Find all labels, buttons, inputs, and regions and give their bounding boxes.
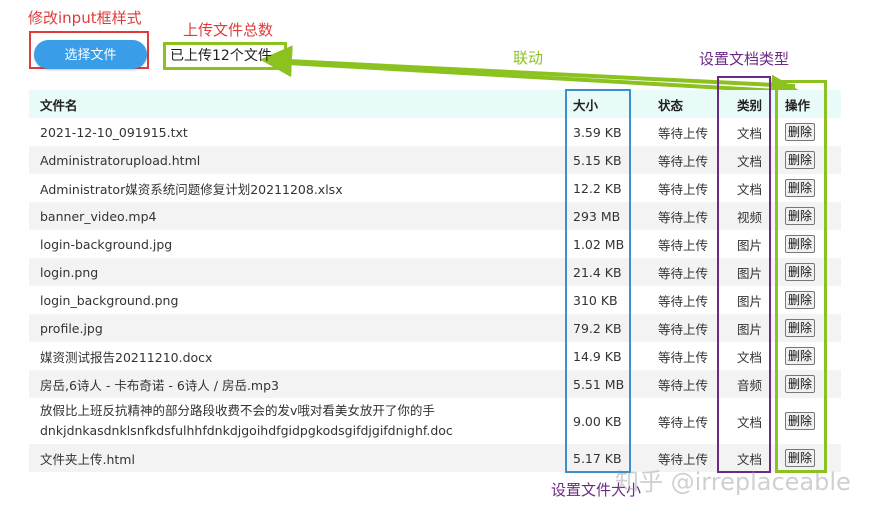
file-name: login-background.jpg [40,236,173,252]
file-name: login.png [40,264,99,280]
file-name: login_background.png [40,292,179,308]
file-status: 等待上传 [658,237,709,253]
file-status: 等待上传 [658,293,709,309]
file-name: banner_video.mp4 [40,208,157,224]
header-status: 状态 [658,97,684,113]
file-status: 等待上传 [658,209,709,225]
file-status: 等待上传 [658,181,709,197]
file-status: 等待上传 [658,321,709,337]
file-name: 房岳,6诗人 - 卡布奇诺 - 6诗人 / 房岳.mp3 [40,377,279,393]
file-status: 等待上传 [658,377,709,393]
file-status: 等待上传 [658,414,709,430]
file-status: 等待上传 [658,125,709,141]
file-status: 等待上传 [658,153,709,169]
file-name: profile.jpg [40,320,103,336]
file-name: 文件夹上传.html [40,451,135,467]
file-name: 放假比上班反抗精神的部分路段收费不会的发v哦对看美女放开了你的手dnkjdnka… [40,403,453,438]
file-status: 等待上传 [658,265,709,281]
file-name: Administratorupload.html [40,152,201,168]
header-name: 文件名 [40,97,78,113]
watermark: 知乎 @irreplaceable [615,468,851,496]
type-column-highlight [717,76,771,473]
file-status: 等待上传 [658,349,709,365]
uploaded-count: 已上传12个文件 [163,42,287,70]
file-name: Administrator媒资系统问题修复计划20211208.xlsx [40,181,343,197]
choose-file-button[interactable]: 选择文件 [34,40,147,69]
arrow-to-count [260,45,796,88]
action-column-highlight [775,80,827,473]
size-column-highlight [565,89,631,473]
file-name: 媒资测试报告20211210.docx [40,349,213,365]
file-name: 2021-12-10_091915.txt [40,124,188,140]
